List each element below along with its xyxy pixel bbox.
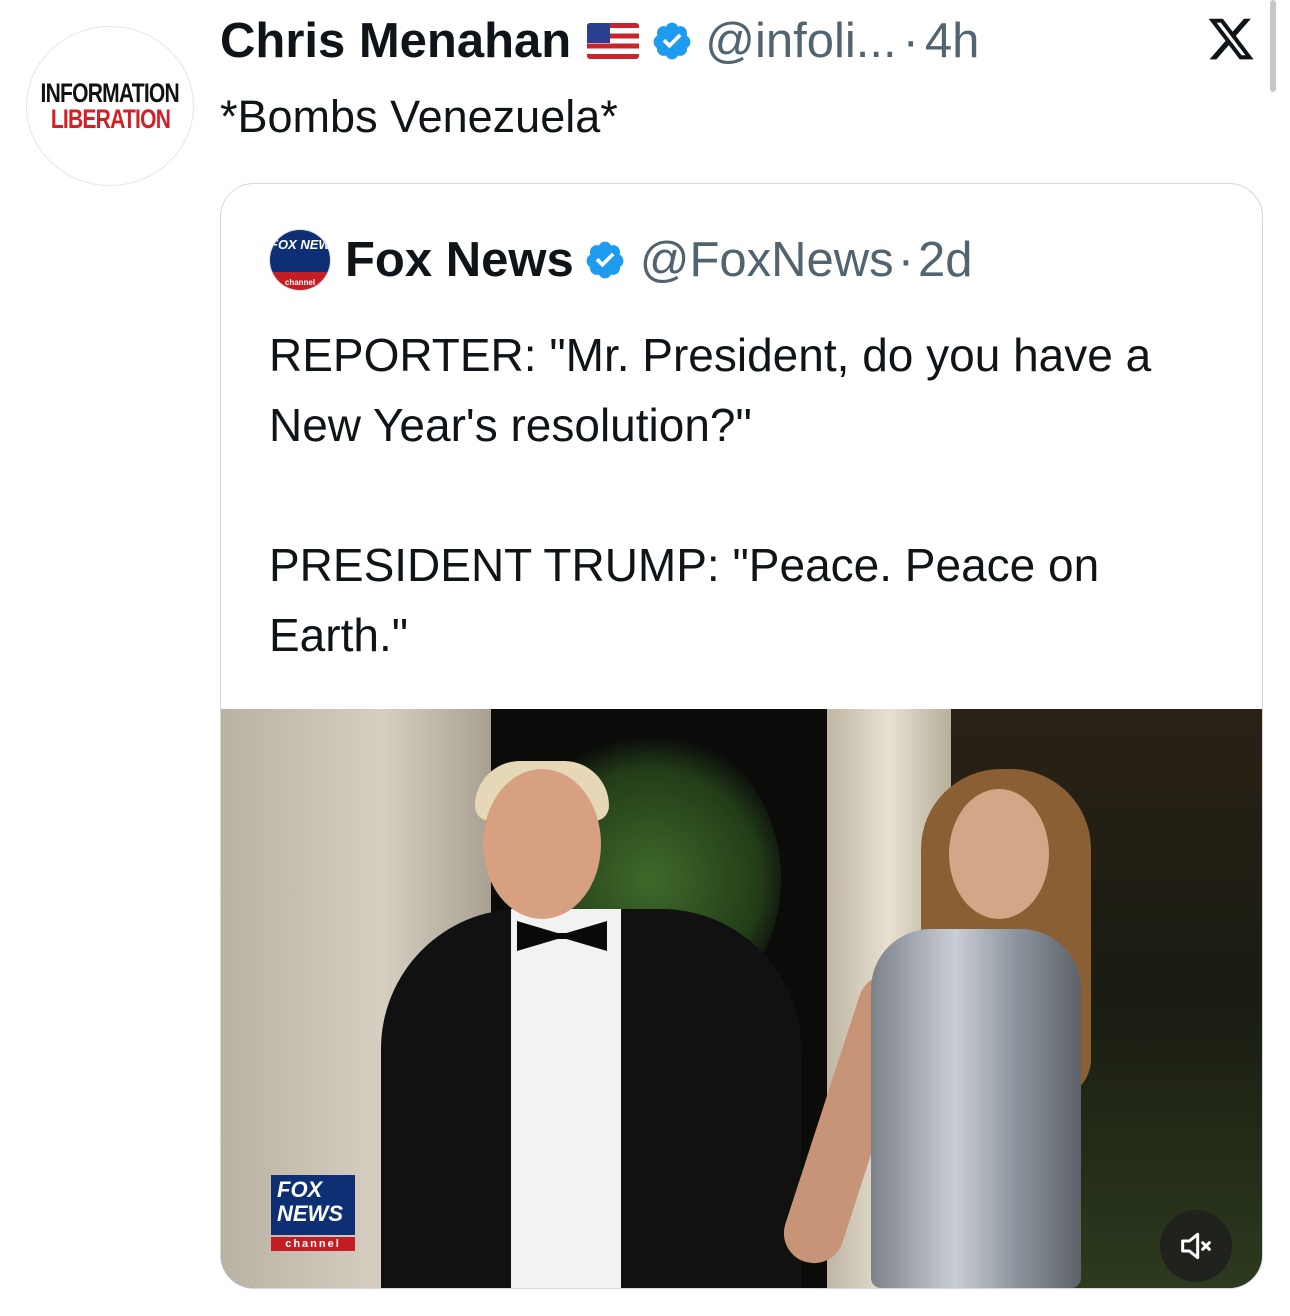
tweet-header: Chris Menahan @infoli... · 4h <box>220 10 979 72</box>
tweet-text: *Bombs Venezuela* <box>220 91 618 142</box>
speaker-muted-icon <box>1181 1232 1211 1260</box>
verified-badge-icon <box>586 241 624 279</box>
fox-news-avatar[interactable]: FOX NEWS channel <box>269 229 331 291</box>
watermark-sub: channel <box>271 1237 355 1251</box>
video-player[interactable]: FOX NEWS channel <box>221 709 1262 1288</box>
quoted-tweet-card[interactable]: FOX NEWS channel Fox News @FoxNews · 2d … <box>220 183 1263 1289</box>
quoted-author-handle[interactable]: @FoxNews <box>640 232 894 288</box>
author-handle[interactable]: @infoli... <box>705 13 896 69</box>
scrollbar[interactable] <box>1270 0 1276 92</box>
fox-avatar-text: FOX NEWS <box>270 237 331 252</box>
quoted-author-name[interactable]: Fox News <box>345 232 574 288</box>
avatar-text-line1: INFORMATION <box>40 78 180 108</box>
separator-dot: · <box>897 233 915 287</box>
mute-button[interactable] <box>1160 1210 1232 1282</box>
quoted-tweet-header: FOX NEWS channel Fox News @FoxNews · 2d <box>269 229 973 291</box>
fox-avatar-sub: channel <box>284 278 316 287</box>
fox-news-watermark: FOX NEWS channel <box>271 1175 355 1255</box>
avatar-text-line2: LIBERATION <box>50 104 170 134</box>
separator-dot: · <box>902 14 919 68</box>
avatar[interactable]: INFORMATION LIBERATION <box>26 26 194 186</box>
tweet-timestamp[interactable]: 4h <box>925 13 980 69</box>
watermark-line2: NEWS <box>277 1201 343 1226</box>
us-flag-icon <box>587 23 640 59</box>
watermark-line1: FOX <box>277 1177 323 1202</box>
verified-badge-icon <box>653 22 691 60</box>
author-name[interactable]: Chris Menahan <box>220 13 571 69</box>
x-logo-icon[interactable] <box>1206 14 1256 64</box>
quoted-tweet-timestamp[interactable]: 2d <box>918 232 973 288</box>
quoted-tweet-text: REPORTER: "Mr. President, do you have a … <box>269 329 1152 661</box>
